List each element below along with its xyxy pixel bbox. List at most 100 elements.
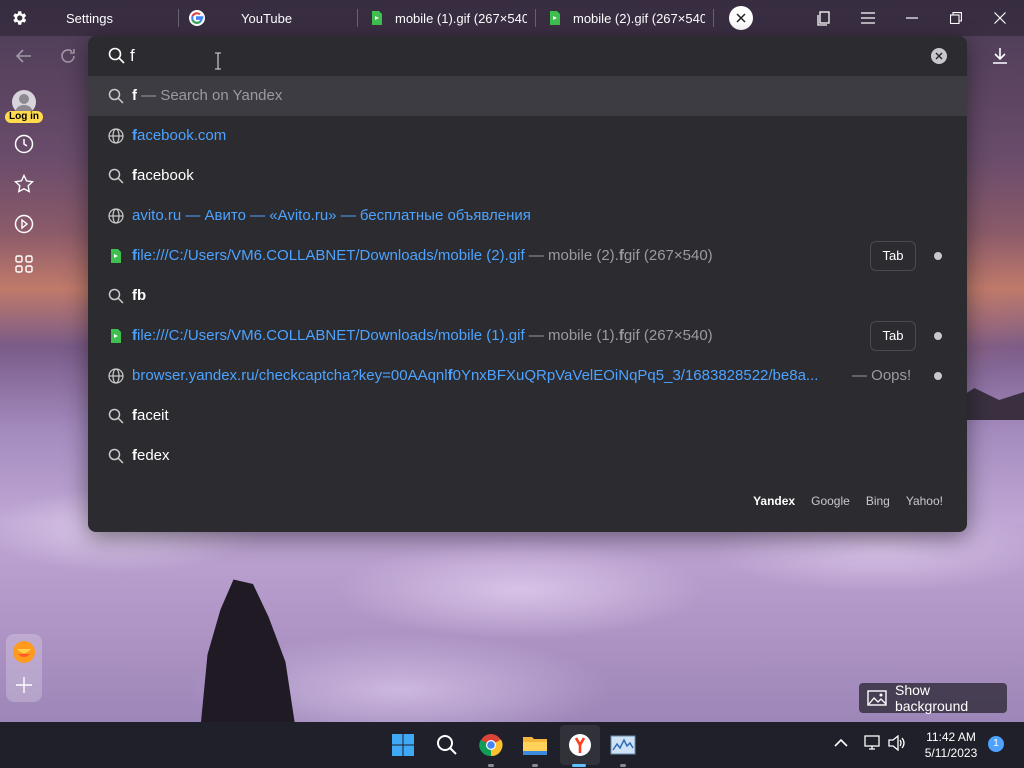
suggestion-search-yandex[interactable]: f — Search on Yandex bbox=[88, 76, 967, 116]
tab-youtube[interactable]: YouTube bbox=[189, 4, 349, 32]
suggestion-text: fb bbox=[132, 287, 147, 304]
suggestion-search[interactable]: faceit bbox=[88, 396, 967, 436]
folder-icon bbox=[523, 737, 547, 755]
zen-app-icon[interactable] bbox=[12, 640, 36, 664]
back-arrow-icon[interactable] bbox=[14, 46, 34, 66]
history-clock-icon[interactable] bbox=[13, 133, 35, 155]
suggestion-site[interactable]: facebook.com bbox=[88, 116, 967, 156]
switch-to-tab-button[interactable]: Tab bbox=[870, 321, 916, 351]
minimize-button[interactable] bbox=[902, 8, 922, 28]
switch-to-tab-button[interactable]: Tab bbox=[870, 241, 916, 271]
tab-mobile-2-gif[interactable]: mobile (2).gif (267×540 bbox=[547, 4, 705, 32]
taskbar-file-explorer[interactable] bbox=[521, 731, 549, 759]
show-background-button[interactable]: Show background bbox=[859, 682, 1007, 714]
suggestion-text: file:///C:/Users/VM6.COLLABNET/Downloads… bbox=[132, 247, 713, 264]
show-background-label: Show background bbox=[894, 682, 969, 714]
engine-yahoo[interactable]: Yahoo! bbox=[906, 494, 943, 508]
remove-suggestion-dot[interactable] bbox=[934, 372, 942, 380]
suggestion-search[interactable]: fedex bbox=[88, 436, 967, 476]
taskbar-yandex-browser[interactable] bbox=[566, 731, 594, 759]
search-icon bbox=[108, 47, 125, 64]
suggestion-text: fedex bbox=[132, 447, 170, 464]
windows-start-icon bbox=[392, 734, 414, 756]
tabs-list-button[interactable] bbox=[814, 8, 834, 28]
add-plus-icon[interactable] bbox=[15, 676, 33, 694]
engine-bing[interactable]: Bing bbox=[866, 494, 890, 508]
chevron-up-icon[interactable] bbox=[834, 738, 848, 748]
system-clock[interactable]: 11:42 AM 5/11/2023 bbox=[912, 729, 990, 761]
network-icon[interactable] bbox=[864, 735, 882, 751]
file-gif-icon bbox=[550, 11, 560, 25]
suggestion-open-tab[interactable]: file:///C:/Users/VM6.COLLABNET/Downloads… bbox=[88, 316, 967, 356]
suggestion-search[interactable]: fb bbox=[88, 276, 967, 316]
tab-separator bbox=[178, 9, 179, 27]
suggestion-text: avito.ru — Авито — «Avito.ru» — бесплатн… bbox=[132, 207, 531, 224]
close-icon bbox=[994, 12, 1006, 24]
text-cursor-icon bbox=[215, 52, 221, 70]
tab-separator bbox=[535, 9, 536, 27]
google-icon bbox=[189, 10, 205, 26]
volume-icon[interactable] bbox=[888, 735, 906, 751]
globe-icon bbox=[108, 208, 124, 224]
play-video-icon[interactable] bbox=[13, 213, 35, 235]
engine-yandex[interactable]: Yandex bbox=[753, 494, 795, 508]
tab-mobile-1-gif[interactable]: mobile (1).gif (267×540 bbox=[369, 4, 527, 32]
tab-title: YouTube bbox=[241, 10, 293, 26]
task-manager-icon bbox=[610, 735, 636, 755]
file-gif-icon bbox=[372, 11, 382, 25]
taskbar-task-manager[interactable] bbox=[609, 731, 637, 759]
image-icon bbox=[867, 690, 887, 706]
taskbar: 11:42 AM 5/11/2023 1 bbox=[0, 722, 1024, 768]
suggestion-text: facebook bbox=[132, 167, 194, 184]
restore-icon bbox=[950, 12, 962, 24]
search-icon bbox=[437, 735, 457, 755]
bookmarks-star-icon[interactable] bbox=[13, 173, 35, 195]
suggestion-text: browser.yandex.ru/checkcaptcha?key=00AAq… bbox=[132, 367, 819, 384]
menu-button[interactable] bbox=[858, 8, 878, 28]
download-icon[interactable] bbox=[990, 46, 1010, 66]
omnibox-dropdown: f — Search on Yandex facebook.com facebo… bbox=[88, 36, 967, 532]
remove-suggestion-dot[interactable] bbox=[934, 332, 942, 340]
clear-input-button[interactable] bbox=[931, 48, 947, 64]
suggestion-site[interactable]: avito.ru — Авито — «Avito.ru» — бесплатн… bbox=[88, 196, 967, 236]
suggestion-text: facebook.com bbox=[132, 127, 227, 144]
restore-button[interactable] bbox=[946, 8, 966, 28]
start-button[interactable] bbox=[389, 731, 417, 759]
search-icon bbox=[108, 448, 124, 464]
suggestion-text: f — Search on Yandex bbox=[132, 87, 283, 104]
minimize-icon bbox=[906, 17, 918, 19]
settings-gear-icon[interactable] bbox=[10, 9, 28, 27]
suggestion-text: file:///C:/Users/VM6.COLLABNET/Downloads… bbox=[132, 327, 713, 344]
login-badge[interactable]: Log in bbox=[5, 111, 43, 123]
suggestion-search[interactable]: facebook bbox=[88, 156, 967, 196]
bookmark-tabs-icon bbox=[817, 11, 830, 26]
suggestion-site[interactable]: browser.yandex.ru/checkcaptcha?key=00AAq… bbox=[88, 356, 967, 396]
globe-icon bbox=[108, 368, 124, 384]
close-tab-button[interactable] bbox=[729, 6, 753, 30]
taskbar-search-button[interactable] bbox=[433, 731, 461, 759]
apps-grid-icon[interactable] bbox=[13, 253, 35, 275]
tab-title: mobile (2).gif (267×540 bbox=[573, 10, 705, 26]
clock-date: 5/11/2023 bbox=[924, 746, 978, 760]
tab-settings[interactable]: Settings bbox=[66, 4, 166, 32]
yandex-browser-icon bbox=[569, 734, 591, 756]
search-icon bbox=[108, 168, 124, 184]
remove-suggestion-dot[interactable] bbox=[934, 252, 942, 260]
tab-separator bbox=[357, 9, 358, 27]
search-icon bbox=[108, 408, 124, 424]
address-bar-input[interactable] bbox=[130, 44, 910, 68]
taskbar-chrome[interactable] bbox=[477, 731, 505, 759]
reload-icon[interactable] bbox=[58, 46, 78, 66]
notification-badge[interactable]: 1 bbox=[988, 736, 1004, 752]
search-engine-switcher: Yandex Google Bing Yahoo! bbox=[753, 494, 943, 508]
tab-title: Settings bbox=[66, 10, 113, 26]
running-indicator bbox=[620, 764, 626, 767]
hamburger-icon bbox=[861, 12, 875, 24]
suggestion-text: faceit bbox=[132, 407, 169, 424]
engine-google[interactable]: Google bbox=[811, 494, 850, 508]
close-icon bbox=[736, 13, 746, 23]
suggestion-open-tab[interactable]: file:///C:/Users/VM6.COLLABNET/Downloads… bbox=[88, 236, 967, 276]
running-indicator bbox=[488, 764, 494, 767]
close-window-button[interactable] bbox=[990, 8, 1010, 28]
tab-separator bbox=[713, 9, 714, 27]
